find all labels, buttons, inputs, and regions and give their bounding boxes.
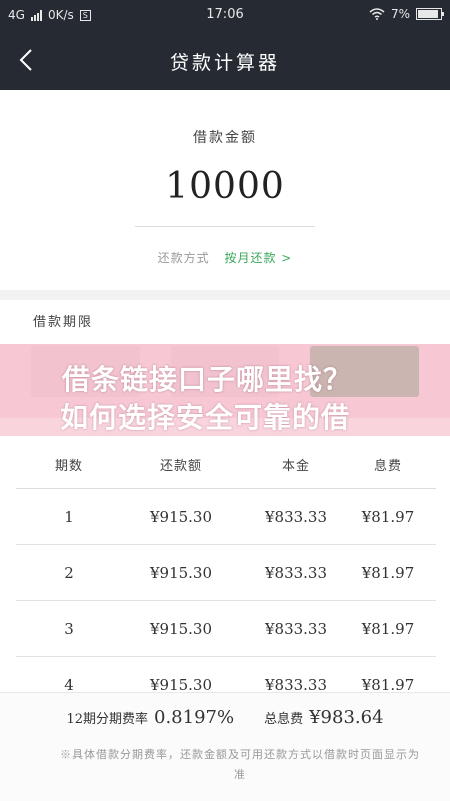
principal-cell: ¥833.33	[264, 507, 328, 526]
rate-label: 12期分期费率	[66, 712, 148, 727]
header-payment: 还款额	[159, 458, 202, 474]
header-interest: 息费	[373, 458, 402, 474]
overlay-text-line1: 借条链接口子哪里找？	[62, 363, 353, 396]
section-divider	[0, 290, 450, 300]
repay-method-row: 还款方式 按月还款 >	[0, 249, 450, 266]
battery-percent: 7%	[390, 7, 410, 21]
table-row: 1 ¥915.30 ¥833.33 ¥81.97	[16, 489, 436, 545]
amount-label: 借款金额	[193, 130, 257, 146]
table-row: 3 ¥915.30 ¥833.33 ¥81.97	[16, 601, 436, 657]
overlay-text-line2: 如何选择安全可靠的借	[60, 401, 351, 434]
total-fee-value: ¥983.64	[309, 707, 384, 728]
payment-cell: ¥915.30	[149, 507, 213, 526]
summary-panel: 12期分期费率 0.8197% 总息费 ¥983.64 ※具体借款分期费率，还款…	[0, 692, 450, 801]
table-header: 期数 还款额 本金 息费	[16, 440, 436, 489]
amount-input[interactable]: 10000	[0, 166, 450, 207]
term-label: 借款期限	[33, 315, 94, 330]
period-cell: 2	[64, 563, 74, 582]
interest-cell: ¥81.97	[361, 619, 415, 638]
total-fee-label: 总息费	[264, 712, 304, 727]
nav-bar: 贷款计算器	[0, 30, 450, 90]
battery-icon	[416, 8, 444, 20]
interest-cell: ¥81.97	[361, 563, 415, 582]
header-period: 期数	[54, 458, 83, 474]
repay-method-select[interactable]: 按月还款 >	[224, 251, 292, 265]
period-cell: 3	[64, 619, 74, 638]
status-bar: 4G 0K/s S 17:06 7%	[0, 0, 450, 30]
payment-cell: ¥915.30	[149, 563, 213, 582]
payment-cell: ¥915.30	[149, 619, 213, 638]
disclaimer-note: ※具体借款分期费率，还款金额及可用还款方式以借款时页面显示为准	[60, 748, 420, 781]
principal-cell: ¥833.33	[264, 619, 328, 638]
principal-cell: ¥833.33	[264, 563, 328, 582]
table-row: 2 ¥915.30 ¥833.33 ¥81.97	[16, 545, 436, 601]
summary-row: 12期分期费率 0.8197% 总息费 ¥983.64	[0, 707, 450, 728]
wifi-icon	[369, 8, 385, 20]
rate-value: 0.8197%	[154, 707, 235, 728]
amount-underline	[135, 226, 315, 227]
repay-method-label: 还款方式	[157, 251, 210, 265]
period-cell: 1	[64, 507, 74, 526]
interest-cell: ¥81.97	[361, 507, 415, 526]
header-principal: 本金	[281, 458, 310, 474]
repayment-table: 期数 还款额 本金 息费 1 ¥915.30 ¥833.33 ¥81.97 2 …	[16, 440, 436, 713]
page-title: 贷款计算器	[169, 52, 280, 74]
